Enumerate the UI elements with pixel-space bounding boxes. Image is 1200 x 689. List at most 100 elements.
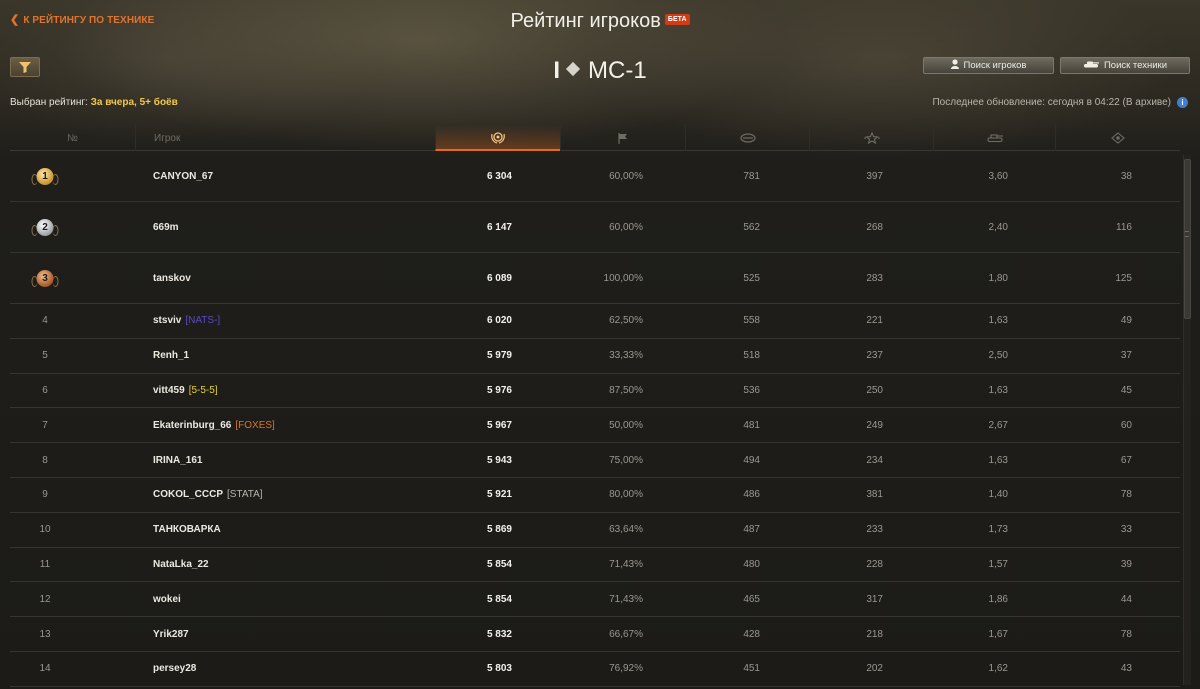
- user-icon: [950, 59, 959, 72]
- table-row[interactable]: 12 wokei 5 854 71,43% 465 317 1,86 44: [10, 582, 1180, 618]
- frags-value: 1,86: [988, 593, 1008, 605]
- clan-tag[interactable]: [STATA]: [227, 489, 263, 500]
- player-name[interactable]: ТАНКОВАРКА: [153, 524, 221, 535]
- search-vehicles-label: Поиск техники: [1103, 60, 1168, 71]
- frags-value: 1,67: [988, 628, 1008, 640]
- bronze-medal-icon: 3: [31, 269, 59, 287]
- table-row[interactable]: 5 Renh_1 5 979 33,33% 518 237 2,50 37: [10, 339, 1180, 374]
- player-name[interactable]: NataLka_22: [153, 559, 209, 570]
- player-cell: vitt459 [5-5-5]: [153, 374, 218, 408]
- player-name[interactable]: CANYON_67: [153, 171, 213, 182]
- selected-rating-label: Выбран рейтинг:: [10, 97, 91, 108]
- spotting-value: 78: [1120, 628, 1132, 640]
- player-name[interactable]: vitt459: [153, 385, 185, 396]
- win-rate: 50,00%: [609, 419, 643, 431]
- player-cell: wokei: [153, 582, 181, 616]
- experience-value: 237: [866, 350, 883, 362]
- rank-cell: 9: [18, 478, 73, 512]
- rating-score: 6 020: [486, 315, 512, 327]
- column-damage[interactable]: [685, 125, 809, 151]
- win-rate: 60,00%: [609, 170, 643, 182]
- frags-value: 2,40: [988, 221, 1008, 233]
- player-cell: COKOL_CCCP [STATA]: [153, 478, 263, 512]
- table-row[interactable]: 11 NataLka_22 5 854 71,43% 480 228 1,57 39: [10, 548, 1180, 583]
- info-icon[interactable]: i: [1177, 97, 1188, 108]
- rating-score: 5 832: [486, 628, 512, 640]
- damage-value: 781: [743, 170, 760, 182]
- table-row[interactable]: 14 persey28 5 803 76,92% 451 202 1,62 43: [10, 652, 1180, 687]
- rank-cell: 6: [18, 374, 73, 408]
- rating-score: 5 943: [486, 454, 512, 466]
- rating-score: 5 976: [486, 384, 512, 396]
- rank-cell: 7: [18, 408, 73, 442]
- column-spotting[interactable]: [1055, 125, 1180, 151]
- table-row[interactable]: 6 vitt459 [5-5-5] 5 976 87,50% 536 250 1,63 45: [10, 374, 1180, 409]
- win-rate: 62,50%: [609, 315, 643, 327]
- player-cell: CANYON_67: [153, 151, 213, 201]
- damage-value: 428: [743, 628, 760, 640]
- column-player[interactable]: Игрок: [135, 125, 435, 151]
- player-name[interactable]: Renh_1: [153, 350, 189, 361]
- rank-cell: 4: [18, 304, 73, 338]
- silver-medal-icon: 2: [31, 218, 59, 236]
- experience-value: 233: [866, 524, 883, 536]
- column-rank[interactable]: №: [10, 125, 135, 151]
- frags-value: 2,50: [988, 350, 1008, 362]
- last-update-info: Последнее обновление: сегодня в 04:22 (В…: [932, 97, 1188, 108]
- damage-value: 451: [743, 663, 760, 675]
- player-name[interactable]: tanskov: [153, 273, 191, 284]
- damage-value: 536: [743, 384, 760, 396]
- experience-value: 228: [866, 558, 883, 570]
- table-row[interactable]: 8 IRINA_161 5 943 75,00% 494 234 1,63 67: [10, 443, 1180, 478]
- player-name[interactable]: stsviv: [153, 315, 181, 326]
- player-name[interactable]: Yrik287: [153, 629, 189, 640]
- rank-number: 5: [42, 350, 48, 362]
- clan-tag[interactable]: [5-5-5]: [189, 385, 218, 396]
- clan-tag[interactable]: [NATS-]: [185, 315, 220, 326]
- rank-cell: 11: [18, 548, 73, 582]
- player-name[interactable]: IRINA_161: [153, 455, 202, 466]
- table-row[interactable]: 9 COKOL_CCCP [STATA] 5 921 80,00% 486 381 1,40 7…: [10, 478, 1180, 513]
- player-name[interactable]: wokei: [153, 594, 181, 605]
- light-tank-class-icon: [565, 61, 581, 76]
- win-rate: 76,92%: [609, 663, 643, 675]
- frags-value: 1,63: [988, 454, 1008, 466]
- table-row[interactable]: 10 ТАНКОВАРКА 5 869 63,64% 487 233 1,73 33: [10, 513, 1180, 548]
- player-name[interactable]: persey28: [153, 663, 196, 674]
- table-row[interactable]: 4 stsviv [NATS-] 6 020 62,50% 558 221 1,63 49: [10, 304, 1180, 339]
- win-rate: 71,43%: [609, 593, 643, 605]
- column-win-rate[interactable]: [560, 125, 685, 151]
- scrollbar-thumb[interactable]: [1184, 159, 1191, 319]
- table-row[interactable]: 7 Ekaterinburg_66 [FOXES] 5 967 50,00% 481 249…: [10, 408, 1180, 444]
- rank-cell: 5: [18, 339, 73, 373]
- table-header: № Игрок: [10, 125, 1180, 151]
- player-name[interactable]: 669m: [153, 222, 179, 233]
- star-icon: [863, 132, 880, 144]
- last-update-text: Последнее обновление: сегодня в 04:22 (В…: [932, 97, 1171, 108]
- table-row[interactable]: 3 tanskov 6 089 100,00% 525 283 1,80 125: [10, 253, 1180, 304]
- search-players-button[interactable]: Поиск игроков: [923, 57, 1054, 74]
- frags-value: 1,62: [988, 663, 1008, 675]
- page-title-text: Рейтинг игроков: [510, 10, 661, 32]
- player-cell: Renh_1: [153, 339, 189, 373]
- experience-value: 234: [866, 454, 883, 466]
- rank-cell: 3: [18, 253, 73, 303]
- player-cell: 669m: [153, 202, 179, 252]
- selected-rating-value[interactable]: За вчера, 5+ боёв: [91, 97, 178, 108]
- experience-value: 317: [866, 593, 883, 605]
- table-row[interactable]: 1 CANYON_67 6 304 60,00% 781 397 3,60 38: [10, 151, 1180, 202]
- player-name[interactable]: Ekaterinburg_66: [153, 420, 231, 431]
- table-row[interactable]: 2 669m 6 147 60,00% 562 268 2,40 116: [10, 202, 1180, 253]
- table-row[interactable]: 13 Yrik287 5 832 66,67% 428 218 1,67 78: [10, 617, 1180, 652]
- rating-score: 6 089: [486, 272, 512, 284]
- column-frags[interactable]: [933, 125, 1055, 151]
- table-scrollbar[interactable]: [1183, 155, 1191, 685]
- clan-tag[interactable]: [FOXES]: [235, 420, 274, 431]
- damage-value: 518: [743, 350, 760, 362]
- player-name[interactable]: COKOL_CCCP: [153, 489, 223, 500]
- player-cell: Yrik287: [153, 617, 189, 651]
- column-rating-score[interactable]: [435, 125, 560, 151]
- rank-number: 11: [39, 558, 51, 570]
- search-vehicles-button[interactable]: Поиск техники: [1060, 57, 1190, 74]
- column-experience[interactable]: [809, 125, 933, 151]
